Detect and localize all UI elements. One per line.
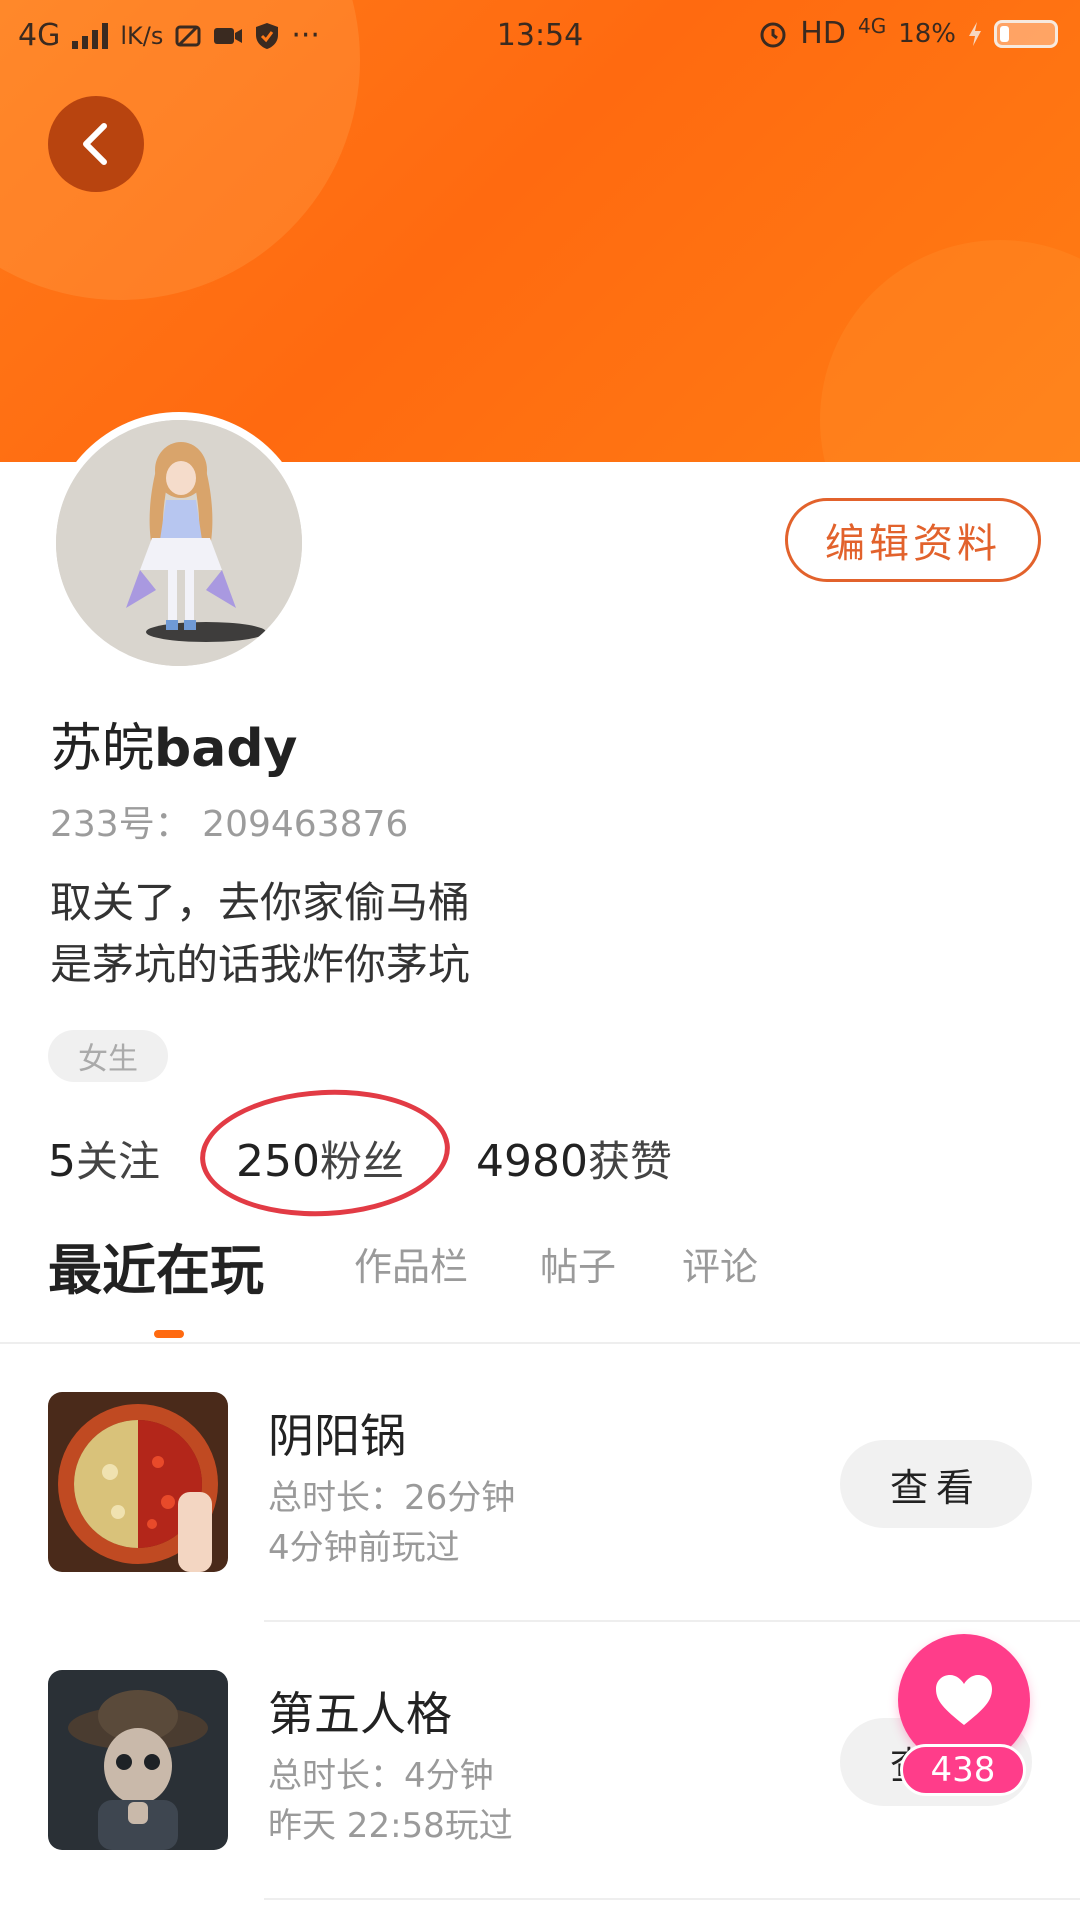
banner-decoration — [820, 240, 1080, 462]
active-tab-indicator — [154, 1330, 184, 1338]
heart-icon — [936, 1675, 992, 1725]
uid-value: 209463876 — [202, 804, 409, 845]
alarm-icon — [758, 19, 788, 49]
profile-header-banner: 4G lK/s ··· 13:54 HD 4G 18% — [0, 0, 1080, 462]
game-thumbnail — [48, 1670, 228, 1850]
profile-tabs: 最近在玩 作品栏 帖子 评论 — [48, 1236, 1048, 1326]
chevron-left-icon — [83, 123, 107, 165]
divider — [264, 1620, 1080, 1622]
tab-recently-played[interactable]: 最近在玩 — [48, 1226, 264, 1305]
bio-line: 取关了，去你家偷马桶 — [50, 878, 471, 927]
tab-posts[interactable]: 帖子 — [540, 1236, 616, 1291]
battery-icon — [994, 19, 1058, 48]
uid-label: 233号： — [50, 804, 191, 845]
view-button[interactable]: 查看 — [840, 1440, 1032, 1528]
likes-count: 4980 — [476, 1136, 588, 1187]
username: 苏皖bady — [50, 706, 297, 781]
back-button[interactable] — [48, 96, 144, 192]
clock: 13:54 — [496, 18, 584, 53]
divider — [0, 1342, 1080, 1344]
user-id: 233号： 209463876 — [50, 795, 408, 847]
game-title: 第五人格 — [268, 1687, 452, 1741]
username-cjk: 苏皖 — [50, 719, 155, 779]
following-label: 关注 — [76, 1137, 161, 1186]
net-type-label: 4G — [857, 13, 887, 38]
username-latin: bady — [154, 719, 298, 779]
tab-works[interactable]: 作品栏 — [354, 1236, 468, 1291]
battery-percent: 18% — [898, 18, 956, 49]
highlight-circle-annotation — [196, 1083, 454, 1223]
list-item[interactable]: 阴阳锅 总时长：26分钟 4分钟前玩过 查看 — [0, 1392, 1080, 1592]
game-last-played: 昨天 22:58玩过 — [268, 1806, 513, 1846]
bio: 取关了，去你家偷马桶 是茅坑的话我炸你茅坑 — [50, 872, 470, 996]
likes-stat[interactable]: 4980获赞 — [476, 1128, 672, 1189]
following-stat[interactable]: 5关注 — [48, 1128, 160, 1189]
game-last-played: 4分钟前玩过 — [268, 1528, 460, 1568]
avatar-image — [56, 420, 302, 666]
avatar[interactable] — [48, 412, 310, 674]
charging-icon — [968, 21, 982, 47]
divider — [264, 1898, 1080, 1900]
game-total-duration: 总时长：4分钟 — [268, 1756, 494, 1796]
game-total-duration: 总时长：26分钟 — [268, 1478, 516, 1518]
hd-label: HD — [800, 16, 846, 51]
game-thumbnail — [48, 1392, 228, 1572]
gender-tag: 女生 — [48, 1030, 168, 1082]
game-title: 阴阳锅 — [268, 1409, 406, 1463]
like-count-badge: 438 — [900, 1744, 1026, 1796]
tab-comments[interactable]: 评论 — [682, 1236, 758, 1291]
status-bar: 4G lK/s ··· 13:54 HD 4G 18% — [0, 0, 1080, 74]
likes-label: 获赞 — [587, 1137, 672, 1186]
edit-profile-button[interactable]: 编辑资料 — [785, 498, 1041, 582]
following-count: 5 — [48, 1136, 76, 1187]
bio-line: 是茅坑的话我炸你茅坑 — [50, 940, 471, 989]
